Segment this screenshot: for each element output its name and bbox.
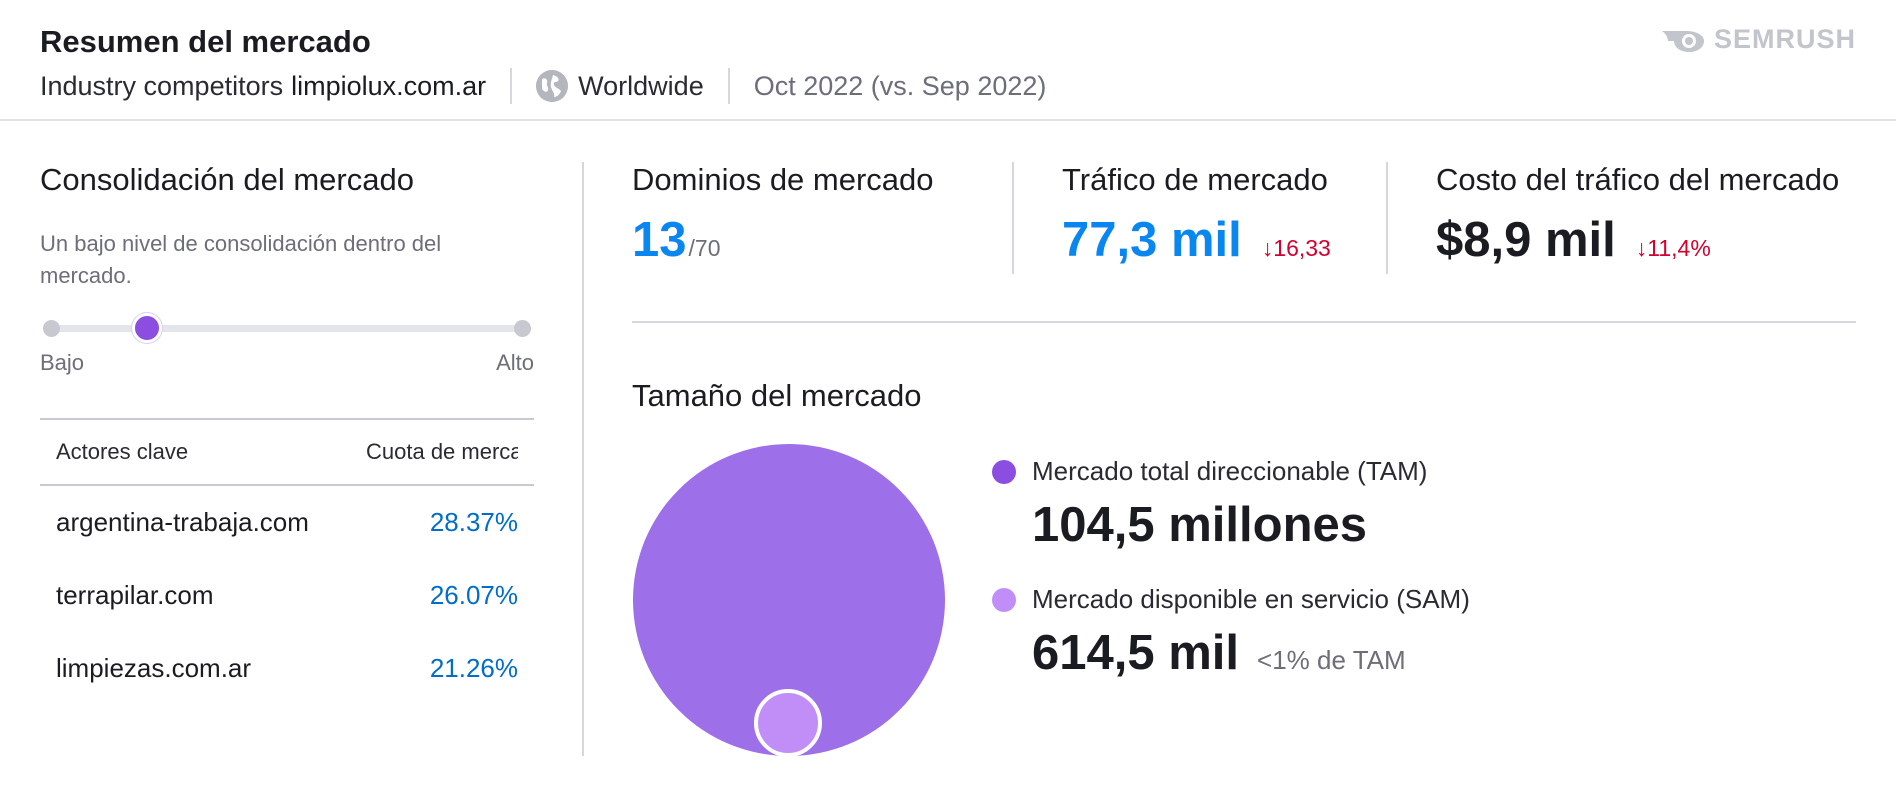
tam-value: 104,5 millones	[1032, 498, 1368, 552]
divider	[510, 68, 513, 104]
tam-legend-dot	[992, 459, 1016, 484]
sam-value: 614,5 mil	[1032, 626, 1240, 680]
semrush-logo: SEMRUSH	[1660, 22, 1856, 56]
semrush-flame-icon	[1661, 31, 1704, 52]
section-divider	[632, 321, 1856, 323]
table-row: argentina-trabaja.com 28.37%	[40, 486, 534, 559]
metric-delta: ↓16,33	[1261, 235, 1331, 261]
player-domain-link[interactable]: terrapilar.com	[56, 580, 336, 611]
market-size-circles	[633, 444, 945, 757]
report-header: Resumen del mercado Industry competitors…	[0, 0, 1896, 121]
metric-divider	[1386, 162, 1388, 274]
player-share: 26.07%	[429, 580, 518, 610]
metric-divider	[1012, 162, 1014, 274]
key-players-table: Actores clave Cuota de mercado argentina…	[40, 418, 534, 705]
column-header-players[interactable]: Actores clave	[56, 439, 188, 465]
metric-value[interactable]: 13	[632, 212, 687, 268]
metric-label: Dominios de mercado	[632, 162, 934, 197]
logo-text: SEMRUSH	[1713, 23, 1856, 54]
player-share: 28.37%	[429, 507, 518, 537]
metric-delta: ↓11,4%	[1635, 235, 1711, 261]
low-label: Bajo	[40, 350, 85, 375]
player-domain-link[interactable]: limpiezas.com.ar	[56, 653, 336, 684]
consolidation-description: Un bajo nivel de consolidación dentro de…	[40, 231, 442, 288]
page-title: Resumen del mercado	[40, 24, 371, 59]
slider-labels: Bajo Alto	[40, 350, 534, 376]
consolidation-title: Consolidación del mercado	[40, 162, 414, 197]
globe-icon	[536, 70, 569, 102]
period-label[interactable]: Oct 2022 (vs. Sep 2022)	[754, 71, 1047, 102]
market-size-title: Tamaño del mercado	[632, 378, 922, 413]
sam-circle[interactable]	[754, 689, 822, 757]
metric-label: Tráfico de mercado	[1062, 162, 1328, 197]
table-row: limpiezas.com.ar 21.26%	[40, 632, 534, 705]
slider-track	[52, 325, 528, 332]
sam-legend: Mercado disponible en servicio (SAM) 614…	[992, 584, 1470, 681]
metric-value[interactable]: 77,3 mil	[1062, 212, 1242, 268]
slider-end-dot	[514, 320, 531, 337]
consolidation-panel: Consolidación del mercado Un bajo nivel …	[40, 162, 534, 705]
sam-label: Mercado disponible en servicio (SAM)	[1032, 584, 1470, 614]
sam-note: <1% de TAM	[1257, 645, 1406, 675]
consolidation-level-slider	[40, 310, 534, 344]
sam-legend-dot	[992, 587, 1016, 612]
table-header: Actores clave Cuota de mercado	[40, 420, 534, 486]
report-filters: Industry competitors limpiolux.com.ar Wo…	[40, 68, 1047, 104]
tam-label: Mercado total direccionable (TAM)	[1032, 456, 1428, 486]
region-label[interactable]: Worldwide	[578, 71, 704, 102]
column-header-share[interactable]: Cuota de mercado	[366, 439, 518, 465]
target-domain: limpiolux.com.ar	[291, 70, 487, 101]
metric-traffic-cost: Costo del tráfico del mercado $8,9 mil ↓…	[1436, 162, 1856, 268]
subtitle-prefix: Industry competitors	[40, 70, 284, 101]
player-share: 21.26%	[429, 653, 518, 683]
table-row: terrapilar.com 26.07%	[40, 559, 534, 632]
slider-start-dot	[43, 320, 60, 337]
metric-market-domains: Dominios de mercado 13 /70	[632, 162, 984, 268]
metric-value: $8,9 mil	[1436, 213, 1616, 267]
metric-label: Costo del tráfico del mercado	[1436, 162, 1840, 197]
slider-knob	[132, 313, 163, 343]
player-domain-link[interactable]: argentina-trabaja.com	[56, 507, 336, 538]
column-divider	[582, 162, 584, 756]
metric-market-traffic: Tráfico de mercado 77,3 mil ↓16,33	[1062, 162, 1342, 268]
tam-legend: Mercado total direccionable (TAM) 104,5 …	[992, 456, 1427, 553]
high-label: Alto	[496, 350, 534, 375]
metric-total: /70	[688, 235, 721, 261]
divider	[727, 68, 730, 104]
